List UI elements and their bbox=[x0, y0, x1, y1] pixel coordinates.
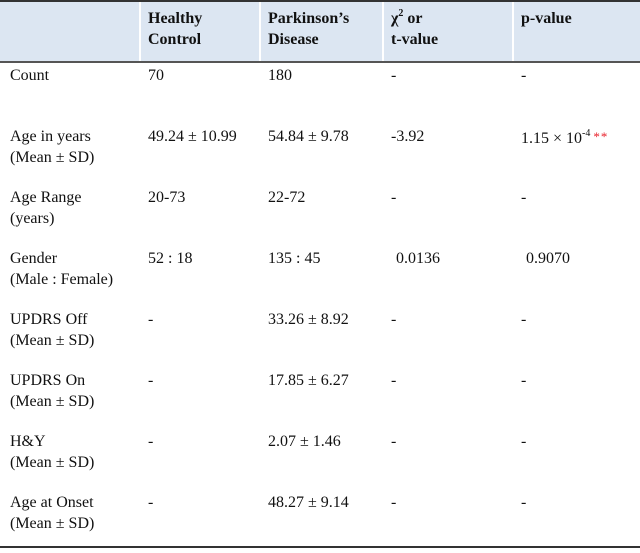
cell-parkinsons: 54.84 ± 9.78 bbox=[268, 128, 349, 145]
label-line: UPDRS Off bbox=[10, 311, 88, 328]
header-line: Parkinson’s bbox=[268, 10, 350, 27]
cell-p-value: - bbox=[521, 433, 527, 450]
table-row: Age in years (Mean ± SD) 49.24 ± 10.99 54… bbox=[0, 126, 640, 187]
p-value-mantissa: 1.15 × 10 bbox=[521, 130, 583, 147]
label-line: (Mean ± SD) bbox=[10, 332, 95, 349]
cell-parkinsons: 48.27 ± 9.14 bbox=[268, 494, 349, 511]
label-line: Gender bbox=[10, 250, 58, 267]
label-line: Age at Onset bbox=[10, 494, 94, 511]
label-line: (Male : Female) bbox=[10, 271, 114, 288]
cell-p-value: - bbox=[521, 311, 527, 328]
label-line: (Mean ± SD) bbox=[10, 393, 95, 410]
column-divider bbox=[259, 2, 261, 63]
table-row: Age at Onset (Mean ± SD) - 48.27 ± 9.14 -… bbox=[0, 492, 640, 553]
table-header: Healthy Control Parkinson’s Disease χ2 o… bbox=[0, 2, 640, 61]
header-line: Healthy bbox=[148, 10, 203, 27]
header-line: t-value bbox=[391, 31, 439, 48]
cell-p-value: - bbox=[521, 67, 527, 84]
header-line: Disease bbox=[268, 31, 319, 48]
label-line: H&Y bbox=[10, 433, 46, 450]
label-line: Age in years bbox=[10, 128, 91, 145]
cell-healthy-control: 70 bbox=[148, 67, 164, 84]
cell-healthy-control: 49.24 ± 10.99 bbox=[148, 128, 237, 145]
significance-marker: ** bbox=[593, 129, 609, 144]
cell-healthy-control: 20-73 bbox=[148, 189, 186, 206]
cell-p-value: 1.15 × 10-4 ** bbox=[521, 126, 608, 149]
label-line: (years) bbox=[10, 210, 55, 227]
label-line: (Mean ± SD) bbox=[10, 149, 95, 166]
cell-statistic: - bbox=[391, 311, 397, 328]
row-label: UPDRS Off (Mean ± SD) bbox=[10, 309, 94, 351]
cell-p-value: - bbox=[521, 494, 527, 511]
table-row: UPDRS Off (Mean ± SD) - 33.26 ± 8.92 - - bbox=[0, 309, 640, 370]
label-line: (Mean ± SD) bbox=[10, 515, 95, 532]
superscript: 2 bbox=[398, 7, 404, 19]
cell-parkinsons: 33.26 ± 8.92 bbox=[268, 311, 349, 328]
row-label: Age at Onset (Mean ± SD) bbox=[10, 492, 94, 534]
row-label: Count bbox=[10, 65, 49, 86]
header-rule bbox=[0, 61, 640, 63]
header-line: p-value bbox=[521, 10, 572, 27]
label-line: (Mean ± SD) bbox=[10, 454, 95, 471]
table-row: Count 70 180 - - bbox=[0, 65, 640, 126]
header-healthy-control: Healthy Control bbox=[148, 8, 202, 50]
cell-healthy-control: 52 : 18 bbox=[148, 250, 193, 267]
header-text: or bbox=[403, 10, 423, 27]
label-line: UPDRS On bbox=[10, 372, 86, 389]
cell-statistic: 0.0136 bbox=[396, 250, 440, 267]
header-line: χ2 or bbox=[391, 8, 438, 29]
header-p-value: p-value bbox=[521, 8, 572, 29]
table-row: UPDRS On (Mean ± SD) - 17.85 ± 6.27 - - bbox=[0, 370, 640, 431]
header-parkinsons-disease: Parkinson’s Disease bbox=[268, 8, 349, 50]
cell-healthy-control: - bbox=[148, 433, 154, 450]
column-divider bbox=[382, 2, 384, 63]
cell-statistic: - bbox=[391, 372, 397, 389]
table-row: Gender (Male : Female) 52 : 18 135 : 45 0… bbox=[0, 248, 640, 309]
cell-parkinsons: 135 : 45 bbox=[268, 250, 321, 267]
column-divider bbox=[512, 2, 514, 63]
column-divider bbox=[139, 2, 141, 63]
cell-statistic: - bbox=[391, 494, 397, 511]
table-bottom-rule bbox=[0, 546, 640, 548]
cell-p-value: - bbox=[521, 372, 527, 389]
row-label: Gender (Male : Female) bbox=[10, 248, 113, 290]
cell-parkinsons: 22-72 bbox=[268, 189, 306, 206]
row-label: UPDRS On (Mean ± SD) bbox=[10, 370, 94, 412]
cell-statistic: - bbox=[391, 189, 397, 206]
label-line: Count bbox=[10, 67, 50, 84]
cell-p-value: 0.9070 bbox=[526, 250, 570, 267]
row-label: H&Y (Mean ± SD) bbox=[10, 431, 94, 473]
cell-healthy-control: - bbox=[148, 311, 154, 328]
cell-healthy-control: - bbox=[148, 494, 154, 511]
cell-statistic: - bbox=[391, 433, 397, 450]
p-value-exponent: -4 bbox=[582, 127, 591, 139]
cell-statistic: - bbox=[391, 67, 397, 84]
row-label: Age in years (Mean ± SD) bbox=[10, 126, 94, 168]
cell-healthy-control: - bbox=[148, 372, 154, 389]
row-label: Age Range (years) bbox=[10, 187, 82, 229]
cell-statistic: -3.92 bbox=[391, 128, 425, 145]
label-line: Age Range bbox=[10, 189, 82, 206]
header-chi2-or-t-value: χ2 or t-value bbox=[391, 8, 438, 50]
cell-parkinsons: 2.07 ± 1.46 bbox=[268, 433, 341, 450]
header-line: Control bbox=[148, 31, 202, 48]
cell-parkinsons: 17.85 ± 6.27 bbox=[268, 372, 349, 389]
table-row: Age Range (years) 20-73 22-72 - - bbox=[0, 187, 640, 248]
table-row: H&Y (Mean ± SD) - 2.07 ± 1.46 - - bbox=[0, 431, 640, 492]
cell-p-value: - bbox=[521, 189, 527, 206]
cell-parkinsons: 180 bbox=[268, 67, 292, 84]
